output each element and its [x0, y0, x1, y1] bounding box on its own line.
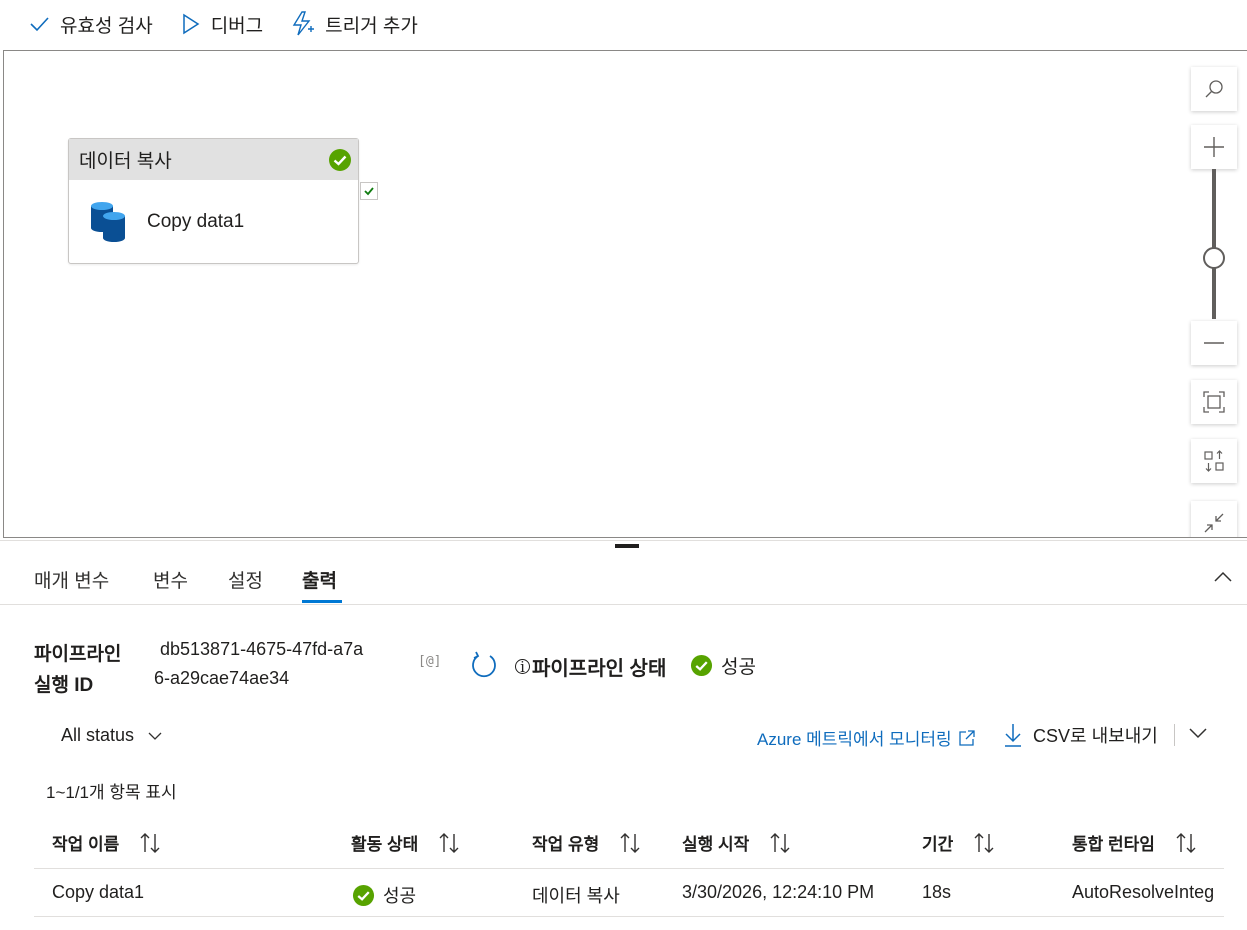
cell-activity-name[interactable]: Copy data1 [52, 882, 144, 903]
validate-button[interactable]: 유효성 검사 [28, 11, 153, 38]
plus-icon [1204, 137, 1224, 157]
activity-body: Copy data1 [69, 180, 358, 264]
column-header-label: 실행 시작 [682, 835, 750, 854]
play-icon [182, 13, 200, 35]
copy-data-activity[interactable]: 데이터 복사 Copy data1 [68, 138, 359, 264]
validate-label: 유효성 검사 [60, 15, 153, 37]
column-header-duration[interactable]: 기간 [922, 830, 995, 855]
status-filter-label: All status [61, 725, 135, 745]
column-header-label: 활동 상태 [351, 835, 419, 854]
more-options-button[interactable] [1188, 724, 1208, 745]
cell-duration: 18s [922, 882, 952, 902]
toolbar-separator [1174, 724, 1175, 746]
search-canvas-button[interactable] [1191, 67, 1237, 111]
copy-run-id-icon[interactable]: [@] [418, 654, 441, 669]
add-trigger-label: 트리거 추가 [325, 15, 418, 37]
tab-settings[interactable]: 설정 [228, 566, 263, 593]
refresh-icon [472, 651, 496, 678]
active-tab-indicator [302, 600, 342, 603]
table-row-divider [34, 916, 1224, 917]
cell-activity-type: 데이터 복사 [532, 886, 620, 906]
activity-name: Copy data1 [147, 211, 245, 232]
lightning-add-icon [292, 11, 315, 36]
pipeline-status-label: i 파이프라인 상태 [515, 652, 666, 681]
pipeline-status-value: 성공 [690, 652, 756, 679]
export-csv-label: CSV로 내보내기 [1033, 726, 1158, 746]
chevron-down-icon [1189, 728, 1207, 739]
azure-metrics-link[interactable]: Azure 메트릭에서 모니터링 [757, 725, 976, 750]
zoom-slider-thumb[interactable] [1203, 247, 1225, 269]
sort-icon [439, 832, 459, 853]
collapse-canvas-button[interactable] [1191, 501, 1237, 537]
external-link-icon [958, 729, 975, 746]
chevron-up-icon [1214, 571, 1232, 582]
port-check-icon [364, 187, 374, 196]
success-check-icon [352, 884, 375, 906]
debug-label: 디버그 [210, 15, 264, 37]
column-header-label: 작업 이름 [52, 835, 120, 854]
column-header-activity-name[interactable]: 작업 이름 [52, 830, 161, 855]
azure-metrics-link-text: Azure 메트릭에서 모니터링 [757, 730, 952, 749]
cell-activity-status: 성공 [352, 882, 416, 908]
pipeline-status-text: 성공 [721, 657, 756, 678]
tab-output[interactable]: 출력 [302, 566, 337, 593]
cell-run-start: 3/30/2026, 12:24:10 PM [682, 882, 875, 902]
cell-integration-runtime: AutoResolveInteg [1072, 882, 1215, 902]
pipeline-canvas[interactable]: 데이터 복사 Copy data1 [3, 50, 1247, 538]
sort-icon [140, 832, 160, 853]
fit-to-screen-button[interactable] [1191, 380, 1237, 424]
success-output-port[interactable] [360, 182, 378, 200]
zoom-in-button[interactable] [1191, 125, 1237, 169]
success-check-icon [329, 148, 351, 171]
toolbar: 유효성 검사 디버그 트리거 추가 [0, 0, 1247, 48]
cell-activity-status-text: 성공 [383, 886, 417, 906]
run-id-label-line2: 실행 ID [34, 675, 94, 696]
run-id-value-line2: 6-a29cae74ae34 [154, 668, 290, 688]
info-icon[interactable]: i [515, 658, 530, 676]
download-icon [1005, 724, 1021, 747]
sort-icon [974, 832, 994, 853]
refresh-button[interactable] [470, 651, 498, 684]
collapse-arrows-icon [1204, 513, 1224, 533]
sort-icon [620, 832, 640, 853]
run-id-label-line1: 파이프라인 [34, 644, 122, 665]
activity-type-label: 데이터 복사 [79, 151, 172, 172]
search-icon [1205, 80, 1223, 98]
column-header-activity-type[interactable]: 작업 유형 [532, 830, 641, 855]
collapse-panel-button[interactable] [1213, 568, 1233, 589]
tab-parameters[interactable]: 매개 변수 [34, 566, 109, 593]
chevron-down-icon [148, 732, 162, 740]
column-header-run-start[interactable]: 실행 시작 [682, 830, 791, 855]
auto-align-icon [1204, 450, 1224, 472]
zoom-out-button[interactable] [1191, 321, 1237, 365]
minus-icon [1204, 342, 1224, 344]
column-header-activity-status[interactable]: 활동 상태 [351, 830, 460, 855]
auto-align-button[interactable] [1191, 439, 1237, 483]
debug-button[interactable]: 디버그 [181, 11, 263, 38]
success-check-icon [690, 654, 713, 677]
panel-splitter [0, 540, 1247, 548]
item-count-text: 1~1/1개 항목 표시 [46, 783, 177, 802]
tab-variables[interactable]: 변수 [153, 566, 188, 593]
column-header-label: 작업 유형 [532, 835, 600, 854]
sort-icon [770, 832, 790, 853]
column-header-label: 통합 런타임 [1072, 835, 1155, 854]
bottom-panel-tabs: 매개 변수 변수 설정 출력 [0, 548, 1247, 605]
sort-icon [1176, 832, 1196, 853]
checkmark-icon [30, 17, 49, 32]
table-header-divider [34, 868, 1224, 869]
activity-header: 데이터 복사 [69, 139, 358, 180]
column-header-integration-runtime[interactable]: 통합 런타임 [1072, 830, 1197, 855]
zoom-slider-track[interactable] [1212, 169, 1216, 319]
database-copy-icon [91, 202, 125, 242]
column-header-label: 기간 [922, 835, 954, 854]
add-trigger-button[interactable]: 트리거 추가 [291, 11, 418, 38]
fit-screen-icon [1203, 391, 1225, 413]
status-filter-dropdown[interactable]: All status [61, 725, 162, 746]
pipeline-status-label-text: 파이프라인 상태 [532, 658, 667, 680]
run-id-value-line1: db513871-4675-47fd-a7a [160, 639, 364, 659]
export-csv-button[interactable]: CSV로 내보내기 [1003, 722, 1158, 748]
